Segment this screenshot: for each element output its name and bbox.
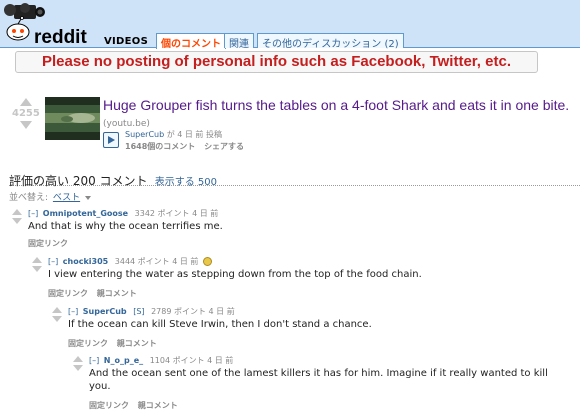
reddit-header: reddit VIDEOS 個のコメント 関連 その他のディスカッション (2) [0,0,580,50]
comment-tagline: [–] chocki305 3444 ポイント 4 日 前 [48,256,212,267]
comment-body-line: you. [89,381,111,392]
downvote-icon[interactable] [73,365,83,371]
post-thumbnail[interactable] [45,97,100,140]
comment-points: 3342 ポイント 4 日 前 [134,209,219,218]
comment-body: And the ocean sent one of the lamest kil… [89,367,548,393]
comment-author[interactable]: chocki305 [63,257,108,266]
comment-vote [31,256,43,272]
downvote-icon[interactable] [20,121,32,129]
upvote-icon[interactable] [32,257,42,263]
post-title-block: Huge Grouper fish turns the tables on a … [103,97,573,132]
share-button[interactable]: シェアする [204,142,244,151]
comment-points: 1104 ポイント 4 日 前 [149,356,234,365]
comment-vote [72,355,84,371]
svg-text:reddit: reddit [34,27,87,46]
submitter-badge: [S] [133,307,145,316]
comments-title: 評価の高い 200 コメント [9,174,148,188]
post-title-link[interactable]: Huge Grouper fish turns the tables on a … [103,97,569,113]
comment: [–] Omnipotent_Goose 3342 ポイント 4 日 前 And… [11,208,571,248]
post-author[interactable]: SuperCub [125,130,164,139]
comment-body-line: And the ocean sent one of the lamest kil… [89,368,548,379]
notice-banner: Please no posting of personal info such … [15,51,538,73]
comment-buttons: 固定リンク 親コメント [89,400,184,411]
comment-body: If the ocean can kill Steve Irwin, then … [68,319,372,330]
comment-tagline: [–] Omnipotent_Goose 3342 ポイント 4 日 前 [28,208,218,219]
comment-tagline: [–] N_o_p_e_ 1104 ポイント 4 日 前 [89,355,233,366]
collapse-toggle[interactable]: [–] [48,257,58,266]
expando-play-icon[interactable] [103,132,119,148]
comment-vote [11,208,23,224]
post-vote: 4255 [12,98,40,129]
comment-tagline: [–] SuperCub [S] 2789 ポイント 4 日 前 [68,306,235,317]
downvote-icon[interactable] [12,218,22,224]
downvote-icon[interactable] [32,266,42,272]
sort-label: 並べ替え: [9,193,49,203]
parent-button[interactable]: 親コメント [97,289,137,298]
tab-related[interactable]: 関連 [224,33,254,50]
show-more-link[interactable]: 表示する 500 [155,177,217,188]
comment-body: I view entering the water as stepping do… [48,269,422,280]
post-tagline: SuperCub が 4 日 前 投稿 [125,129,222,140]
comment-vote [51,306,63,322]
collapse-toggle[interactable]: [–] [28,209,38,218]
comments-header: 評価の高い 200 コメント 表示する 500 [9,172,580,188]
post-domain[interactable]: (youtu.be) [103,119,150,129]
gold-award-icon [202,257,212,266]
parent-button[interactable]: 親コメント [117,339,157,348]
comment-body: And that is why the ocean terrifies me. [28,221,223,232]
comment-author[interactable]: Omnipotent_Goose [43,209,128,218]
comment-author[interactable]: SuperCub [83,307,127,316]
post-score: 4255 [12,108,40,119]
collapse-toggle[interactable]: [–] [89,356,99,365]
comment: [–] chocki305 3444 ポイント 4 日 前 I view ent… [31,256,576,302]
permalink-button[interactable]: 固定リンク [28,239,68,248]
upvote-icon[interactable] [52,307,62,313]
comment-buttons: 固定リンク 親コメント [48,288,143,299]
comment-author[interactable]: N_o_p_e_ [104,356,143,365]
reddit-logo[interactable]: reddit [2,2,108,46]
comment-buttons: 固定リンク [28,238,74,249]
comment-points: 3444 ポイント 4 日 前 [114,257,199,266]
comments-button[interactable]: 1648個のコメント [125,142,195,151]
upvote-icon[interactable] [12,209,22,215]
tab-comments[interactable]: 個のコメント [156,33,226,50]
collapse-toggle[interactable]: [–] [68,307,78,316]
comment: [–] SuperCub [S] 2789 ポイント 4 日 前 If the … [51,306,576,352]
sort-dropdown[interactable]: ベスト [53,193,80,203]
comment-buttons: 固定リンク 親コメント [68,338,163,349]
subreddit-name[interactable]: VIDEOS [104,36,148,47]
post-buttons: 1648個のコメント シェアする [125,141,250,152]
downvote-icon[interactable] [52,316,62,322]
parent-button[interactable]: 親コメント [138,401,178,410]
comment-points: 2789 ポイント 4 日 前 [151,307,235,316]
comment: [–] N_o_p_e_ 1104 ポイント 4 日 前 And the oce… [72,355,578,415]
permalink-button[interactable]: 固定リンク [68,339,108,348]
upvote-icon[interactable] [20,98,32,106]
upvote-icon[interactable] [73,356,83,362]
permalink-button[interactable]: 固定リンク [48,289,88,298]
tab-other-discussions[interactable]: その他のディスカッション (2) [257,33,404,50]
permalink-button[interactable]: 固定リンク [89,401,129,410]
thumbnail-image [45,97,100,140]
chevron-down-icon[interactable] [84,195,91,200]
post-time: が 4 日 前 投稿 [166,130,222,139]
sort-row: 並べ替え: ベスト [9,190,91,203]
